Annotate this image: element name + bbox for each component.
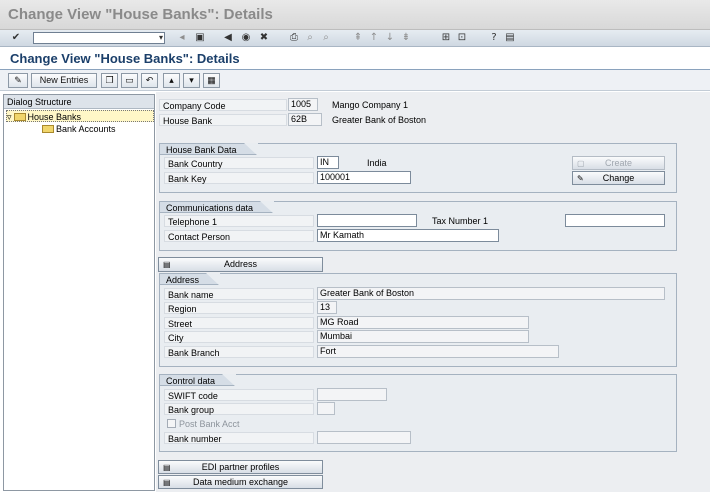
contact-person-field[interactable]: Mr Kamath [317,229,499,242]
address-icon: ▤ [163,260,171,269]
display-change-icon[interactable]: ✎ [8,73,28,88]
city-field[interactable]: Mumbai [317,330,529,343]
find-icon[interactable]: ⌕ [304,32,316,44]
page-title: Change View "House Banks": Details [10,51,240,66]
dialog-structure-panel: Dialog Structure ▿ House Banks Bank Accou… [3,94,155,491]
first-page-icon[interactable]: ⇞ [352,32,364,44]
company-code-field[interactable]: 1005 [288,98,318,111]
select-all-icon[interactable]: ▦ [203,73,220,88]
group-title: Address [159,273,221,286]
tree-item-label: House Banks [27,112,82,122]
bank-number-field[interactable] [317,431,411,444]
dialog-structure-title: Dialog Structure [4,95,154,109]
copy-as-icon[interactable]: ❐ [101,73,118,88]
tree-expand-icon[interactable]: ▿ [7,112,12,122]
tree-item-label: Bank Accounts [56,124,116,134]
post-bank-acct-checkbox[interactable] [167,419,176,428]
tax-number-label: Tax Number 1 [432,216,489,226]
command-field[interactable]: ▾ [33,32,165,44]
create-bank-label: Create [604,158,632,168]
last-page-icon[interactable]: ⇟ [400,32,412,44]
region-label: Region [164,302,314,314]
window-titlebar: Change View "House Banks": Details [0,0,710,30]
undo-change-icon[interactable]: ↶ [141,73,158,88]
bank-group-field[interactable] [317,402,335,415]
application-toolbar: ✎ New Entries ❐ ▭ ↶ ▴ ▾ ▦ [0,70,710,91]
bank-number-label: Bank number [164,432,314,444]
command-field-dropdown-icon[interactable]: ▾ [159,33,163,43]
telephone-field[interactable] [317,214,417,227]
swift-code-field[interactable] [317,388,387,401]
find-next-icon[interactable]: ⌕ [320,32,332,44]
delete-icon[interactable]: ▭ [121,73,138,88]
region-field[interactable]: 13 [317,301,337,314]
bank-country-label: Bank Country [164,157,314,169]
dme-button-label: Data medium exchange [192,477,289,487]
help-icon[interactable]: ? [488,32,500,44]
enter-checkmark-icon[interactable]: ✔ [10,32,22,44]
bank-key-field[interactable]: 100001 [317,171,411,184]
screen-header: Change View "House Banks": Details [0,48,710,70]
company-name-text: Mango Company 1 [332,100,409,110]
street-label: Street [164,317,314,329]
post-bank-acct-row[interactable]: Post Bank Acct [164,418,314,430]
create-bank-button[interactable]: ▢ Create [572,156,665,170]
contact-person-label: Contact Person [164,230,314,242]
data-medium-exchange-button[interactable]: ▤ Data medium exchange [158,475,323,489]
address-button-label: Address [223,259,258,269]
tree-item-bank-accounts[interactable]: Bank Accounts [42,123,152,135]
group-title: Communications data [159,201,275,214]
house-bank-field[interactable]: 62B [288,113,322,126]
tree-item-house-banks[interactable]: ▿ House Banks [6,110,154,122]
cancel-icon[interactable]: ✖ [258,32,270,44]
house-bank-label: House Bank [159,114,287,126]
change-bank-label: Change [602,173,635,183]
previous-page-icon[interactable]: ↑ [368,32,380,44]
next-entry-icon[interactable]: ▾ [183,73,200,88]
back-icon[interactable]: ◀ [222,32,234,44]
create-page-icon: ▢ [577,159,585,168]
window-title: Change View "House Banks": Details [8,6,273,23]
street-field[interactable]: MG Road [317,316,529,329]
create-session-icon[interactable]: ⊞ [440,32,452,44]
bank-branch-field[interactable]: Fort [317,345,559,358]
pencil-icon: ✎ [577,174,584,183]
edi-partner-profiles-button[interactable]: ▤ EDI partner profiles [158,460,323,474]
folder-open-icon [13,113,26,121]
edi-icon: ▤ [163,463,171,472]
tax-number-field[interactable] [565,214,665,227]
city-label: City [164,331,314,343]
address-button[interactable]: ▤ Address [158,257,323,272]
swift-code-label: SWIFT code [164,389,314,401]
group-title: House Bank Data [159,143,258,156]
change-bank-button[interactable]: ✎ Change [572,171,665,185]
bank-name-field[interactable]: Greater Bank of Boston [317,287,665,300]
bank-country-field[interactable]: IN [317,156,339,169]
bank-country-name-text: India [367,158,387,168]
exit-icon[interactable]: ◉ [240,32,252,44]
previous-entry-icon[interactable]: ▴ [163,73,180,88]
bank-group-label: Bank group [164,403,314,415]
customize-layout-icon[interactable]: ▤ [504,32,516,44]
bank-key-label: Bank Key [164,172,314,184]
history-arrow-icon[interactable]: ◂ [176,32,188,44]
new-entries-button[interactable]: New Entries [31,73,97,88]
print-icon[interactable]: ⎙ [288,32,300,44]
house-bank-name-text: Greater Bank of Boston [332,115,427,125]
telephone-label: Telephone 1 [164,215,314,227]
bank-name-label: Bank name [164,288,314,300]
save-icon[interactable]: ▣ [194,32,206,44]
edi-button-label: EDI partner profiles [201,462,280,472]
bank-branch-label: Bank Branch [164,346,314,358]
folder-icon [42,125,54,133]
company-code-label: Company Code [159,99,287,111]
next-page-icon[interactable]: ↓ [384,32,396,44]
dme-icon: ▤ [163,478,171,487]
post-bank-acct-label: Post Bank Acct [179,419,240,429]
group-title: Control data [159,374,237,387]
shortcut-icon[interactable]: ⊡ [456,32,468,44]
